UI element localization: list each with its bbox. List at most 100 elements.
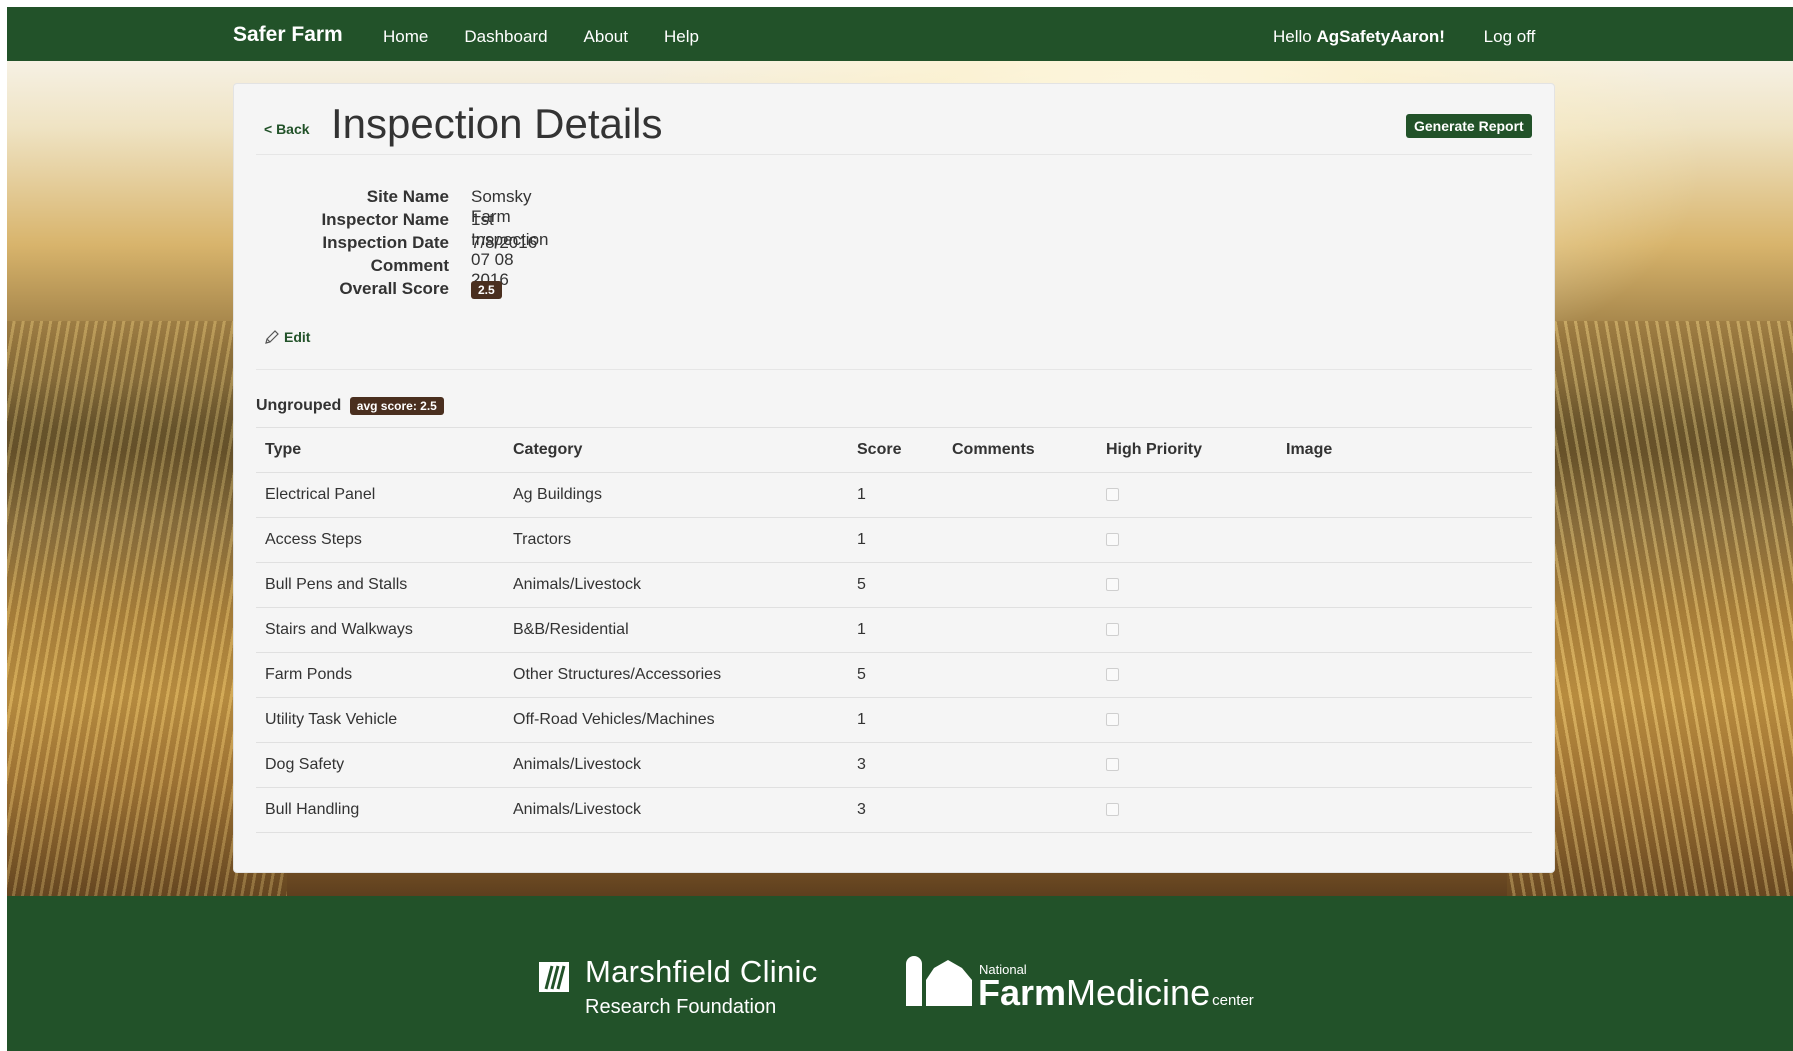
cell-type: Utility Task Vehicle bbox=[256, 697, 504, 743]
brand-link[interactable]: Safer Farm bbox=[233, 23, 343, 47]
cell-comments bbox=[943, 652, 1097, 698]
cell-type: Bull Handling bbox=[256, 787, 504, 833]
details-divider bbox=[256, 369, 1532, 370]
high-priority-checkbox[interactable] bbox=[1106, 803, 1119, 817]
high-priority-checkbox[interactable] bbox=[1106, 488, 1119, 502]
cell-comments bbox=[943, 517, 1097, 563]
user-area: Hello AgSafetyAaron! Log off bbox=[1273, 27, 1535, 47]
table-row: Bull Handling Animals/Livestock 3 bbox=[256, 787, 1532, 833]
edit-link[interactable]: Edit bbox=[264, 329, 310, 345]
cell-comments bbox=[943, 472, 1097, 518]
generate-report-button[interactable]: Generate Report bbox=[1406, 114, 1532, 138]
group-name: Ungrouped bbox=[256, 397, 342, 414]
nav-home-link[interactable]: Home bbox=[383, 27, 428, 47]
table-row: Dog Safety Animals/Livestock 3 bbox=[256, 742, 1532, 788]
username-link[interactable]: AgSafetyAaron! bbox=[1316, 27, 1444, 46]
page-title: Inspection Details bbox=[331, 100, 663, 147]
cell-high-priority bbox=[1097, 472, 1277, 518]
nav-links: Home Dashboard About Help bbox=[383, 27, 699, 47]
cell-image bbox=[1277, 562, 1532, 608]
greeting-prefix: Hello bbox=[1273, 27, 1317, 46]
high-priority-checkbox[interactable] bbox=[1106, 533, 1119, 547]
table-row: Stairs and Walkways B&B/Residential 1 bbox=[256, 607, 1532, 653]
table-row: Utility Task Vehicle Off-Road Vehicles/Ma… bbox=[256, 697, 1532, 743]
cell-category: Off-Road Vehicles/Machines bbox=[504, 697, 848, 743]
cell-image bbox=[1277, 472, 1532, 518]
cell-comments bbox=[943, 697, 1097, 743]
cell-comments bbox=[943, 562, 1097, 608]
cell-score: 1 bbox=[848, 472, 943, 518]
cell-high-priority bbox=[1097, 697, 1277, 743]
inspection-items-table: Type Category Score Comments High Priori… bbox=[256, 427, 1532, 833]
cell-category: B&B/Residential bbox=[504, 607, 848, 653]
logoff-link[interactable]: Log off bbox=[1484, 27, 1536, 46]
group-heading: Ungrouped avg score: 2.5 bbox=[256, 397, 444, 415]
high-priority-checkbox[interactable] bbox=[1106, 623, 1119, 637]
inspection-date-label: Inspection Date bbox=[322, 233, 449, 252]
cell-category: Animals/Livestock bbox=[504, 787, 848, 833]
barn-silo-icon bbox=[906, 956, 972, 1006]
col-header-comments: Comments bbox=[943, 427, 1097, 473]
cell-image bbox=[1277, 652, 1532, 698]
high-priority-checkbox[interactable] bbox=[1106, 713, 1119, 727]
nav-help-link[interactable]: Help bbox=[664, 27, 699, 47]
cell-score: 1 bbox=[848, 607, 943, 653]
cell-comments bbox=[943, 742, 1097, 788]
high-priority-checkbox[interactable] bbox=[1106, 668, 1119, 682]
site-name-label: Site Name bbox=[366, 187, 449, 206]
cell-type: Dog Safety bbox=[256, 742, 504, 788]
header-divider bbox=[256, 154, 1532, 155]
cell-comments bbox=[943, 787, 1097, 833]
marshfield-clinic-name: Marshfield Clinic bbox=[585, 954, 818, 989]
cell-score: 1 bbox=[848, 697, 943, 743]
top-navbar: Safer Farm Home Dashboard About Help Hel… bbox=[7, 7, 1793, 61]
cell-high-priority bbox=[1097, 562, 1277, 608]
cell-score: 5 bbox=[848, 652, 943, 698]
cell-image bbox=[1277, 742, 1532, 788]
cell-image bbox=[1277, 787, 1532, 833]
cell-type: Access Steps bbox=[256, 517, 504, 563]
table-row: Access Steps Tractors 1 bbox=[256, 517, 1532, 563]
research-foundation-text: Research Foundation bbox=[585, 996, 777, 1018]
table-body: Electrical Panel Ag Buildings 1 Access Step… bbox=[256, 472, 1532, 833]
cell-category: Animals/Livestock bbox=[504, 742, 848, 788]
cell-category: Animals/Livestock bbox=[504, 562, 848, 608]
table-header: Type Category Score Comments High Priori… bbox=[256, 427, 1532, 473]
cell-high-priority bbox=[1097, 742, 1277, 788]
inspection-date-value: 7/8/2016 bbox=[471, 233, 538, 252]
cell-image bbox=[1277, 517, 1532, 563]
col-header-score: Score bbox=[848, 427, 943, 473]
inspector-name-label: Inspector Name bbox=[321, 210, 449, 229]
marshfield-clinic-emblem-icon bbox=[539, 962, 569, 992]
page: Safer Farm Home Dashboard About Help Hel… bbox=[7, 7, 1793, 1051]
nav-dashboard-link[interactable]: Dashboard bbox=[464, 27, 547, 47]
cell-type: Stairs and Walkways bbox=[256, 607, 504, 653]
cell-type: Bull Pens and Stalls bbox=[256, 562, 504, 608]
table-row: Electrical Panel Ag Buildings 1 bbox=[256, 472, 1532, 518]
overall-score-badge: 2.5 bbox=[471, 281, 502, 299]
farm-word: Farm bbox=[978, 972, 1067, 1013]
cell-score: 5 bbox=[848, 562, 943, 608]
comment-label: Comment bbox=[370, 256, 449, 275]
cell-image bbox=[1277, 607, 1532, 653]
high-priority-checkbox[interactable] bbox=[1106, 758, 1119, 772]
cell-type: Farm Ponds bbox=[256, 652, 504, 698]
nav-about-link[interactable]: About bbox=[584, 27, 628, 47]
edit-label: Edit bbox=[284, 329, 311, 345]
overall-score-label: Overall Score bbox=[339, 279, 449, 298]
high-priority-checkbox[interactable] bbox=[1106, 578, 1119, 592]
footer: Marshfield Clinic Research Foundation Na… bbox=[7, 896, 1793, 1051]
cell-score: 3 bbox=[848, 787, 943, 833]
cell-score: 1 bbox=[848, 517, 943, 563]
cell-category: Other Structures/Accessories bbox=[504, 652, 848, 698]
cell-category: Tractors bbox=[504, 517, 848, 563]
avg-score-badge: avg score: 2.5 bbox=[349, 397, 444, 415]
cell-score: 3 bbox=[848, 742, 943, 788]
center-word: center bbox=[1212, 992, 1254, 1009]
cell-category: Ag Buildings bbox=[504, 472, 848, 518]
inspection-details-panel: < Back Inspection Details Generate Repor… bbox=[233, 83, 1555, 873]
cell-image bbox=[1277, 697, 1532, 743]
table-row: Farm Ponds Other Structures/Accessories 5 bbox=[256, 652, 1532, 698]
farm-medicine-text: FarmMedicine center bbox=[978, 972, 1254, 1014]
back-link[interactable]: < Back bbox=[264, 121, 310, 137]
